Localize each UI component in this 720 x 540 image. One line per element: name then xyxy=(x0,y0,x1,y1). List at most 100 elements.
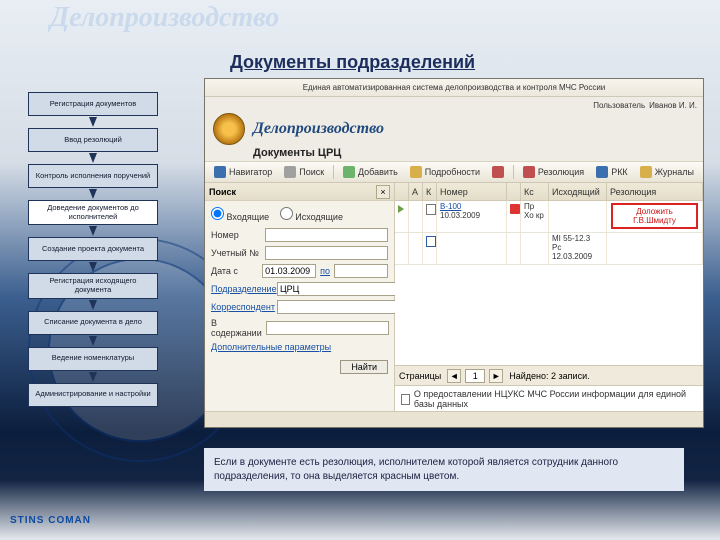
row-number-cell: В-100 10.03.2009 xyxy=(437,201,507,232)
rkk-icon xyxy=(596,166,608,178)
app-system-caption: Единая автоматизированная система делопр… xyxy=(205,79,703,97)
row-expand-icon[interactable] xyxy=(395,201,409,232)
nav-arrow-icon xyxy=(89,336,97,346)
doc-link[interactable]: В-100 xyxy=(440,202,461,211)
col-resolution[interactable]: Резолюция xyxy=(607,183,703,200)
delete-icon xyxy=(492,166,504,178)
row-a-cell xyxy=(409,233,423,264)
row-flag-cell xyxy=(507,233,521,264)
journals-icon xyxy=(640,166,652,178)
search-pane-title: Поиск xyxy=(209,187,236,197)
number-label: Номер xyxy=(211,230,261,240)
col-ks[interactable]: Кс xyxy=(521,183,549,200)
doc-date: 10.03.2009 xyxy=(440,211,480,220)
row-expand-icon xyxy=(395,233,409,264)
toolbar-journals-button[interactable]: Журналы xyxy=(635,164,699,180)
incontent-label: В содержании xyxy=(211,318,262,338)
nav-item-outgoing-register[interactable]: Регистрация исходящего документа xyxy=(28,273,158,298)
doc-icon xyxy=(401,394,410,405)
toolbar-delete-button[interactable] xyxy=(487,164,509,180)
direction-radiogroup: Входящие Исходящие xyxy=(211,207,388,222)
pager-page-input[interactable] xyxy=(465,369,485,383)
reso-line1: Доложить xyxy=(615,207,694,216)
details-label: Подробности xyxy=(425,167,480,177)
grid-row[interactable]: В-100 10.03.2009 Пр Хо кр Доложить Г.В.Ш… xyxy=(395,201,703,233)
left-nav: Регистрация документов Ввод резолюций Ко… xyxy=(28,92,158,407)
reso-line2: Г.В.Шмидту xyxy=(615,216,694,225)
pager-next-button[interactable]: ► xyxy=(489,369,503,383)
app-subtitle: Документы ЦРЦ xyxy=(205,147,703,161)
row-ks-cell: Пр Хо кр xyxy=(521,201,549,232)
app-body: Поиск × Входящие Исходящие Номер Учетный… xyxy=(205,183,703,411)
correspondent-input[interactable] xyxy=(277,300,400,314)
search-form: Входящие Исходящие Номер Учетный № Дата … xyxy=(205,201,394,380)
toolbar-rkk-button[interactable]: РКК xyxy=(591,164,633,180)
accountno-input[interactable] xyxy=(265,246,388,260)
datefrom-input[interactable] xyxy=(262,264,316,278)
col-k[interactable]: К xyxy=(423,183,437,200)
radio-incoming-label: Входящие xyxy=(227,212,270,222)
nav-item-admin[interactable]: Администрирование и настройки xyxy=(28,383,158,407)
find-button[interactable]: Найти xyxy=(340,360,388,374)
nav-item-writeoff[interactable]: Списание документа в дело xyxy=(28,311,158,335)
toolbar-separator xyxy=(513,165,514,179)
letter-icon xyxy=(426,204,436,215)
app-statusbar xyxy=(205,411,703,427)
number-input[interactable] xyxy=(265,228,388,242)
user-label: Пользователь xyxy=(593,101,645,110)
nav-item-control[interactable]: Контроль исполнения поручений xyxy=(28,164,158,188)
toolbar-navigator-button[interactable]: Навигатор xyxy=(209,164,277,180)
toolbar-add-button[interactable]: Добавить xyxy=(338,164,403,180)
nav-item-draft[interactable]: Создание проекта документа xyxy=(28,237,158,261)
nav-item-dispatch[interactable]: Доведение документов до исполнителей xyxy=(28,200,158,225)
out-line2: Рс 12.03.2009 xyxy=(552,243,592,261)
letter-icon xyxy=(426,236,436,247)
emblem-icon xyxy=(213,113,245,145)
pager-prev-button[interactable]: ◄ xyxy=(447,369,461,383)
nav-arrow-icon xyxy=(89,262,97,272)
radio-outgoing-label: Исходящие xyxy=(295,212,343,222)
pager-bar: Страницы ◄ ► Найдено: 2 записи. xyxy=(395,365,703,385)
grid-pane: А К Номер Кс Исходящий Резолюция В-100 1… xyxy=(395,183,703,411)
detail-text: О предоставлении НЦУКС МЧС России информ… xyxy=(414,389,697,409)
details-icon xyxy=(410,166,422,178)
incontent-input[interactable] xyxy=(266,321,389,335)
grid-rows: В-100 10.03.2009 Пр Хо кр Доложить Г.В.Ш… xyxy=(395,201,703,365)
dept-label[interactable]: Подразделение xyxy=(211,284,273,294)
found-label: Найдено: 2 записи. xyxy=(509,371,589,381)
col-blank2[interactable] xyxy=(507,183,521,200)
resolution-highlight: Доложить Г.В.Шмидту xyxy=(611,203,698,229)
toolbar-search-button[interactable]: Поиск xyxy=(279,164,329,180)
radio-incoming[interactable]: Входящие xyxy=(211,212,269,222)
nav-item-register-docs[interactable]: Регистрация документов xyxy=(28,92,158,116)
grid-row[interactable]: МІ 55-12.3 Рс 12.03.2009 xyxy=(395,233,703,265)
out-line1: МІ 55-12.3 xyxy=(552,234,590,243)
search-pane-close-button[interactable]: × xyxy=(376,185,390,199)
brand-label: STINS COMAN xyxy=(10,515,91,526)
user-name: Иванов И. И. xyxy=(649,101,697,110)
row-a-cell xyxy=(409,201,423,232)
dateto-input[interactable] xyxy=(334,264,388,278)
add-icon xyxy=(343,166,355,178)
row-flag-cell xyxy=(507,201,521,232)
app-userbar: Пользователь Иванов И. И. xyxy=(205,97,703,113)
correspondent-label[interactable]: Корреспондент xyxy=(211,302,273,312)
nav-arrow-icon xyxy=(89,226,97,236)
col-number[interactable]: Номер xyxy=(437,183,507,200)
row-ks-cell xyxy=(521,233,549,264)
toolbar-details-button[interactable]: Подробности xyxy=(405,164,485,180)
col-blank[interactable] xyxy=(395,183,409,200)
nav-item-resolutions[interactable]: Ввод резолюций xyxy=(28,128,158,152)
radio-outgoing[interactable]: Исходящие xyxy=(280,212,343,222)
nav-arrow-icon xyxy=(89,189,97,199)
col-outgoing[interactable]: Исходящий xyxy=(549,183,607,200)
toolbar-resolution-button[interactable]: Резолюция xyxy=(518,164,589,180)
nav-item-nomenclature[interactable]: Ведение номенклатуры xyxy=(28,347,158,371)
col-a[interactable]: А xyxy=(409,183,423,200)
toolbar-separator xyxy=(333,165,334,179)
extra-params-link[interactable]: Дополнительные параметры xyxy=(211,342,331,352)
flag-icon xyxy=(510,204,520,214)
dept-input[interactable] xyxy=(277,282,400,296)
navigator-label: Навигатор xyxy=(229,167,272,177)
dateto-label[interactable]: по xyxy=(320,266,330,276)
